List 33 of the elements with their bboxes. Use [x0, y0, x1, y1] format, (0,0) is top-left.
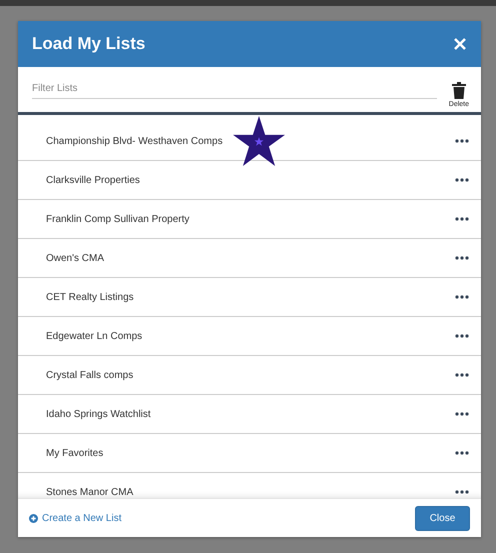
list-row[interactable]: CET Realty Listings [18, 278, 481, 317]
list-name: Crystal Falls comps [46, 370, 134, 380]
list-name: CET Realty Listings [46, 292, 134, 302]
close-button[interactable]: Close [415, 506, 470, 530]
more-options-icon[interactable] [455, 490, 469, 494]
plus-icon [29, 514, 38, 522]
list-row[interactable]: Clarksville Properties [18, 161, 481, 200]
list-row[interactable]: Idaho Springs Watchlist [18, 395, 481, 434]
create-list-link[interactable]: Create a New List [29, 512, 122, 524]
more-options-icon[interactable] [455, 412, 469, 416]
list-row[interactable]: Franklin Comp Sullivan Property [18, 200, 481, 239]
more-options-icon[interactable] [455, 256, 469, 260]
close-icon[interactable] [453, 37, 467, 51]
more-options-icon[interactable] [455, 178, 469, 182]
dialog-title: Load My Lists [32, 34, 146, 54]
list-name: My Favorites [46, 448, 104, 458]
more-options-icon[interactable] [455, 139, 469, 143]
list-name: Championship Blvd- Westhaven Comps [46, 136, 223, 146]
list-name: Owen's CMA [46, 252, 104, 264]
more-options-icon[interactable] [455, 451, 469, 455]
list-name: Edgewater Ln Comps [46, 330, 142, 342]
list-name: Stones Manor CMA [46, 486, 134, 498]
list-row[interactable]: Owen's CMA [18, 239, 481, 278]
list-row[interactable]: Edgewater Ln Comps [18, 317, 481, 356]
more-options-icon[interactable] [455, 295, 469, 299]
more-options-icon[interactable] [455, 217, 469, 221]
more-options-icon[interactable] [455, 373, 469, 377]
list-row[interactable]: My Favorites [18, 434, 481, 473]
more-options-icon[interactable] [455, 334, 469, 338]
list-name: Franklin Comp Sullivan Property [46, 214, 190, 224]
list-name: Clarksville Properties [46, 174, 140, 186]
list-name: Idaho Springs Watchlist [46, 408, 151, 420]
list-row[interactable]: Crystal Falls comps [18, 356, 481, 395]
